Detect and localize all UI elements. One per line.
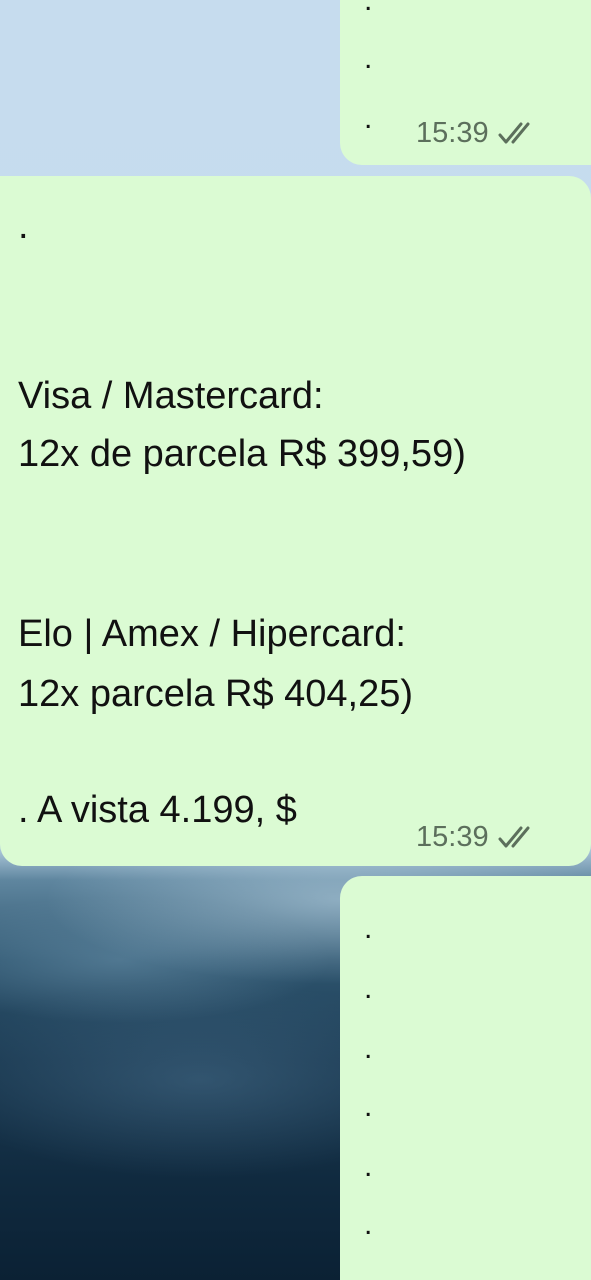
double-check-icon — [498, 122, 530, 144]
message-line: . — [364, 1090, 373, 1123]
message-line: . — [364, 102, 373, 135]
message-line: . — [364, 0, 373, 17]
message-line: . A vista 4.199, $ — [18, 789, 297, 831]
message-line: . — [364, 1032, 373, 1065]
message-time: 15:39 — [416, 117, 489, 149]
message-line: . — [364, 912, 373, 945]
message-time: 15:39 — [416, 821, 489, 853]
message-line: Visa / Mastercard: — [18, 375, 324, 417]
message-bubble[interactable]: . Visa / Mastercard: 12x de parcela R$ 3… — [0, 176, 591, 866]
message-line: Elo | Amex / Hipercard: — [18, 613, 406, 655]
message-line: . — [18, 205, 29, 247]
message-line: . — [364, 42, 373, 75]
message-line: . — [364, 972, 373, 1005]
message-line: 12x de parcela R$ 399,59) — [18, 433, 466, 475]
message-line: . — [364, 1208, 373, 1241]
double-check-icon — [498, 826, 530, 848]
message-bubble[interactable]: . . . 15:39 — [340, 0, 591, 165]
message-line: . — [364, 1150, 373, 1183]
message-meta: 15:39 — [416, 822, 543, 852]
message-bubble[interactable]: . . . . . . — [340, 876, 591, 1280]
message-meta: 15:39 — [416, 118, 543, 148]
message-line: 12x parcela R$ 404,25) — [18, 673, 414, 715]
